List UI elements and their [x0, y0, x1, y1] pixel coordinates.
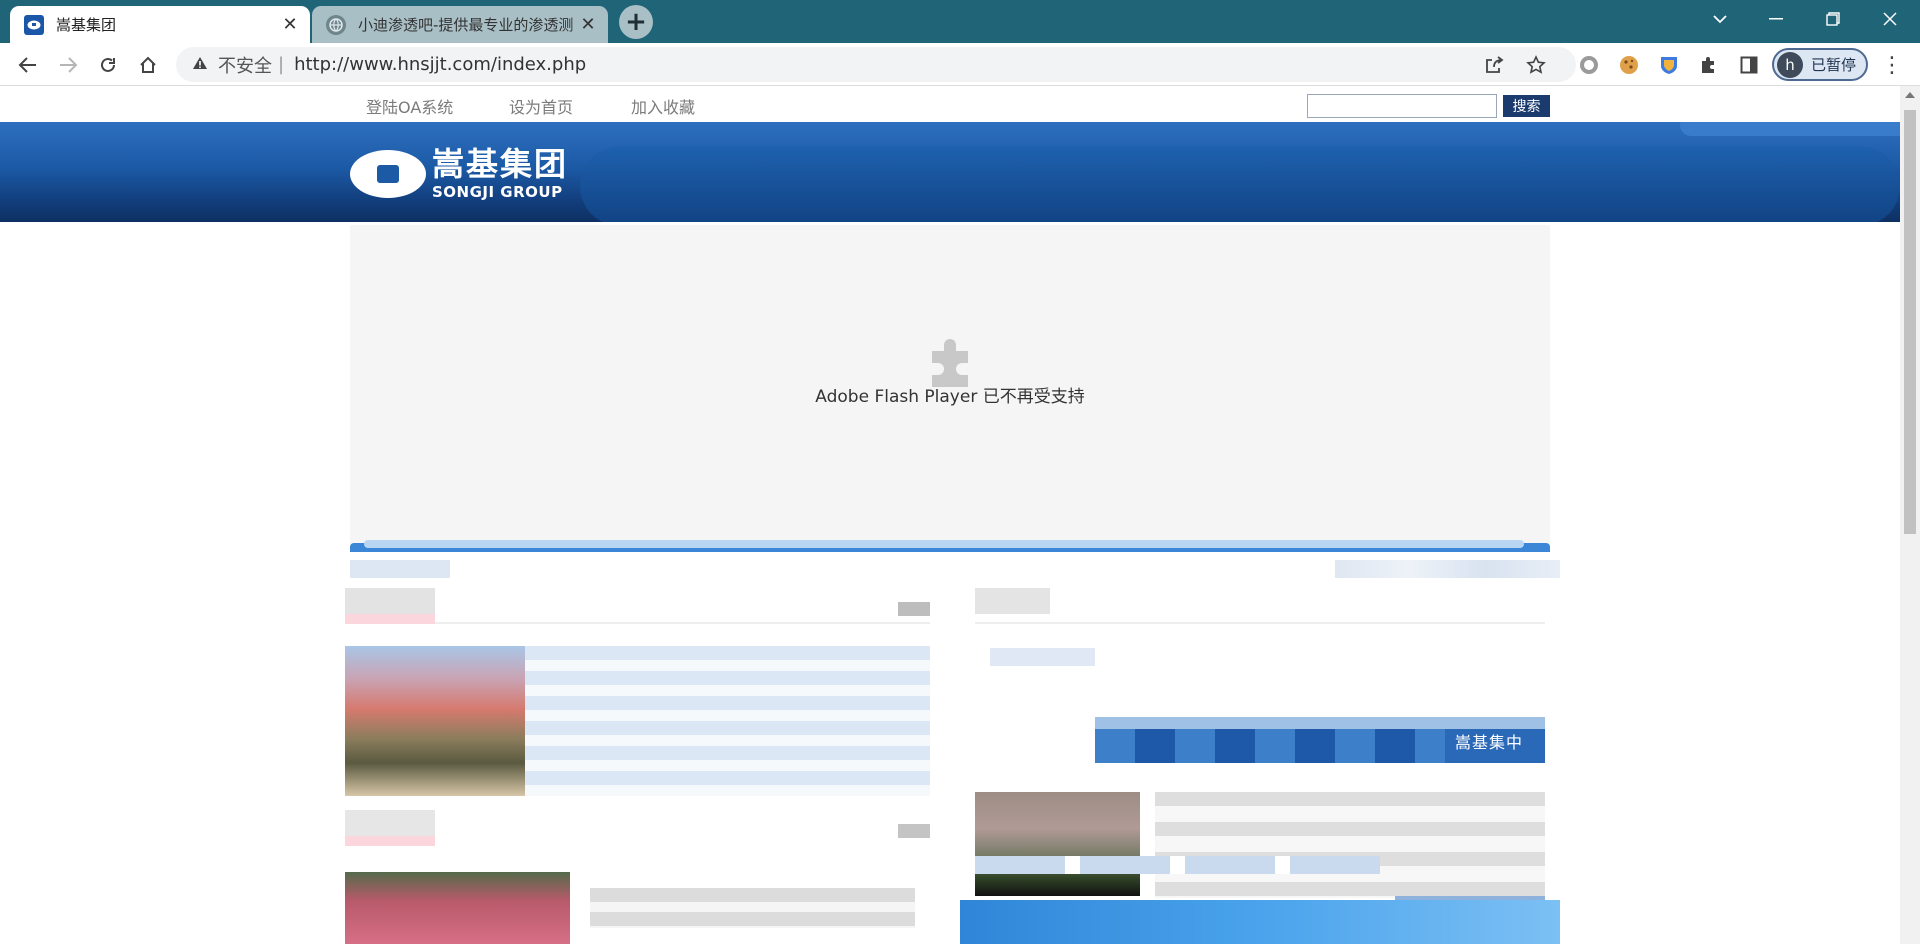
- close-window-icon[interactable]: [1870, 4, 1910, 34]
- divider: [435, 622, 930, 624]
- site-search-button[interactable]: 搜索: [1503, 95, 1550, 117]
- news-summary[interactable]: [1155, 792, 1545, 898]
- warning-triangle-icon[interactable]: [192, 55, 208, 74]
- section-links[interactable]: [1335, 560, 1560, 578]
- profile-status: 已暂停: [1811, 56, 1857, 74]
- link-row[interactable]: [975, 856, 1380, 874]
- site-logo[interactable]: 嵩基集团 SONGJI GROUP: [350, 146, 590, 202]
- news-list[interactable]: [590, 888, 915, 928]
- security-label[interactable]: 不安全: [218, 52, 272, 78]
- browser-toolbar: 不安全 | http://www.hnsjjt.com/index.php h …: [0, 43, 1920, 86]
- tab-underline: [345, 836, 435, 846]
- tab-xiaodi[interactable]: 小迪渗透吧-提供最专业的渗透测 ✕: [312, 6, 608, 43]
- tab-search-chevron-down-icon[interactable]: [1700, 4, 1740, 34]
- news-thumbnail[interactable]: [345, 646, 525, 796]
- address-separator: |: [278, 54, 285, 75]
- scrollbar-thumb[interactable]: [1904, 110, 1916, 534]
- record-extension-icon[interactable]: [1576, 52, 1602, 78]
- tab-songji[interactable]: 嵩基集团 ✕: [10, 6, 310, 43]
- section-divider-wave: [350, 540, 1550, 552]
- tab-title: 嵩基集团: [56, 16, 117, 34]
- more-menu-icon[interactable]: ⋮: [1878, 51, 1906, 79]
- featured-label: 嵩基集中: [1455, 733, 1524, 752]
- forward-arrow-icon[interactable]: [52, 49, 84, 81]
- logo-mark-icon: [350, 150, 426, 198]
- banner-swoosh-highlight: [1680, 122, 1900, 136]
- tab-title: 小迪渗透吧-提供最专业的渗透测: [358, 16, 574, 34]
- cookie-extension-icon[interactable]: [1616, 52, 1642, 78]
- more-link[interactable]: [898, 824, 930, 838]
- add-favorite-link[interactable]: 加入收藏: [631, 94, 695, 118]
- logo-cn-text: 嵩基集团: [432, 145, 569, 184]
- browser-tab-strip: 嵩基集团 ✕ 小迪渗透吧-提供最专业的渗透测 ✕ +: [0, 0, 1920, 43]
- banner-swoosh: [580, 146, 1900, 222]
- side-panel-icon[interactable]: [1736, 52, 1762, 78]
- bookmark-star-icon[interactable]: [1522, 51, 1550, 79]
- address-bar[interactable]: 不安全 | http://www.hnsjjt.com/index.php: [176, 47, 1576, 82]
- puzzle-extensions-icon[interactable]: [1696, 52, 1722, 78]
- news-tab[interactable]: [975, 588, 1050, 614]
- news-tab[interactable]: [345, 588, 435, 614]
- divider: [975, 622, 1545, 624]
- tab-close-icon[interactable]: ✕: [576, 13, 600, 37]
- news-thumbnail[interactable]: [975, 792, 1140, 896]
- news-content-area: 嵩基集中: [0, 552, 1900, 944]
- flash-unsupported-message: Adobe Flash Player 已不再受支持: [815, 387, 1085, 407]
- avatar: h: [1777, 51, 1803, 78]
- scroll-up-arrow-icon[interactable]: [1905, 92, 1915, 98]
- site-favicon-icon: [24, 14, 44, 35]
- share-icon[interactable]: [1480, 51, 1508, 79]
- sub-tab[interactable]: [990, 648, 1095, 666]
- set-homepage-link[interactable]: 设为首页: [509, 94, 573, 118]
- flash-placeholder[interactable]: Adobe Flash Player 已不再受支持: [350, 225, 1550, 551]
- promo-banner[interactable]: [960, 900, 1560, 944]
- new-tab-button[interactable]: +: [619, 5, 653, 39]
- featured-banner[interactable]: 嵩基集中: [1095, 717, 1545, 763]
- logo-en-text: SONGJI GROUP: [432, 182, 563, 201]
- oa-login-link[interactable]: 登陆OA系统: [366, 94, 453, 118]
- page-scrollbar[interactable]: [1900, 86, 1920, 944]
- news-list[interactable]: [525, 646, 930, 796]
- globe-icon: [326, 14, 346, 35]
- url-text[interactable]: http://www.hnsjjt.com/index.php: [294, 54, 586, 75]
- site-search-input[interactable]: [1307, 94, 1497, 118]
- page-viewport: 登陆OA系统 设为首页 加入收藏 搜索 嵩基集团 SONGJI GROUP Ad…: [0, 86, 1920, 944]
- site-header-banner: 嵩基集团 SONGJI GROUP: [0, 122, 1900, 222]
- minimize-window-icon[interactable]: [1756, 4, 1796, 34]
- tab-underline: [345, 614, 435, 624]
- profile-button[interactable]: h 已暂停: [1772, 48, 1868, 81]
- section-heading: [350, 560, 450, 578]
- more-link[interactable]: [898, 602, 930, 616]
- news-tab[interactable]: [345, 810, 435, 836]
- wappalyzer-extension-icon[interactable]: [1656, 52, 1682, 78]
- restore-window-icon[interactable]: [1813, 4, 1853, 34]
- tab-close-icon[interactable]: ✕: [278, 13, 302, 37]
- home-icon[interactable]: [132, 49, 164, 81]
- reload-icon[interactable]: [92, 49, 124, 81]
- news-thumbnail[interactable]: [345, 872, 570, 944]
- back-arrow-icon[interactable]: [12, 49, 44, 81]
- site-top-bar: 登陆OA系统 设为首页 加入收藏 搜索: [0, 86, 1900, 122]
